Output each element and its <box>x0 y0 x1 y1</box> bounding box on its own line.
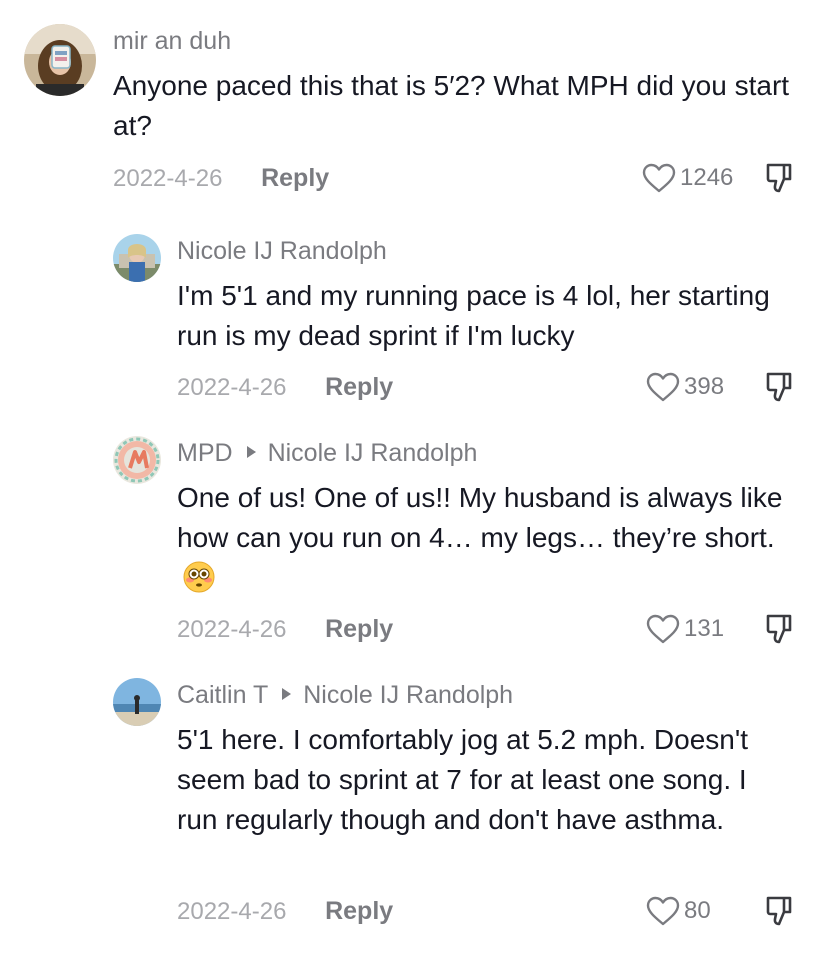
comment-date: 2022-4-26 <box>177 374 287 401</box>
heart-outline-icon <box>642 163 676 193</box>
comment-meta: 2022-4-26 Reply <box>177 370 393 404</box>
dislike-button[interactable] <box>764 894 798 928</box>
heart-outline-icon <box>646 614 680 644</box>
caret-right-icon <box>246 446 256 458</box>
caret-right-icon <box>282 688 292 700</box>
like-count: 1246 <box>680 164 734 191</box>
comment-meta: 2022-4-26 Reply <box>177 894 393 928</box>
thumbs-down-icon <box>766 614 792 644</box>
thumbs-down-icon <box>766 372 792 402</box>
comment-author[interactable]: MPD Nicole IJ Randolph <box>177 438 477 468</box>
reply-button[interactable]: Reply <box>325 894 393 928</box>
like-button[interactable]: 80 <box>646 894 711 928</box>
avatar[interactable] <box>113 234 161 282</box>
avatar[interactable] <box>113 678 161 726</box>
like-count: 398 <box>684 373 725 400</box>
flushed-face-emoji <box>183 561 215 593</box>
thumbs-down-icon <box>766 163 792 193</box>
reply-button[interactable]: Reply <box>261 161 329 195</box>
reply-button[interactable]: Reply <box>325 612 393 646</box>
comment-date: 2022-4-26 <box>177 616 287 643</box>
comment-meta: 2022-4-26 Reply <box>113 161 329 195</box>
like-button[interactable]: 1246 <box>642 161 733 195</box>
comment-text: 5'1 here. I comfortably jog at 5.2 mph. … <box>177 724 748 835</box>
comment-text: Anyone paced this that is 5′2? What MPH … <box>113 70 790 141</box>
dislike-button[interactable] <box>764 612 798 646</box>
thumbs-down-icon <box>766 896 792 926</box>
dislike-button[interactable] <box>764 161 798 195</box>
reply-to-name[interactable]: Nicole IJ Randolph <box>303 681 513 709</box>
heart-outline-icon <box>646 896 680 926</box>
dislike-button[interactable] <box>764 370 798 404</box>
like-button[interactable]: 131 <box>646 612 724 646</box>
comment-text: I'm 5'1 and my running pace is 4 lol, he… <box>177 280 770 351</box>
like-count: 80 <box>684 897 711 924</box>
comment-author[interactable]: Caitlin T Nicole IJ Randolph <box>177 680 513 710</box>
reply-to-name[interactable]: Nicole IJ Randolph <box>268 439 478 467</box>
comment-date: 2022-4-26 <box>177 898 287 925</box>
comment-meta: 2022-4-26 Reply <box>177 612 393 646</box>
comment-author[interactable]: Nicole IJ Randolph <box>177 236 387 266</box>
heart-outline-icon <box>646 372 680 402</box>
avatar[interactable] <box>113 436 161 484</box>
like-button[interactable]: 398 <box>646 370 724 404</box>
comment-author[interactable]: mir an duh <box>113 26 231 56</box>
comment-date: 2022-4-26 <box>113 165 223 192</box>
reply-button[interactable]: Reply <box>325 370 393 404</box>
like-count: 131 <box>684 615 725 642</box>
comment-text: One of us! One of us!! My husband is alw… <box>177 478 813 598</box>
avatar[interactable] <box>24 24 96 96</box>
